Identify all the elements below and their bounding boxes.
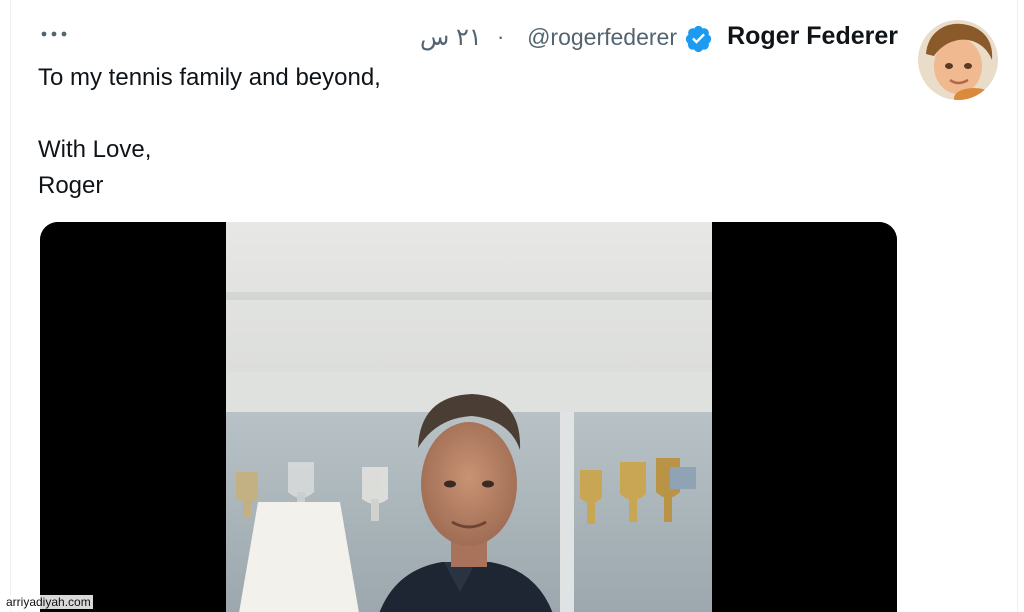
- author-name[interactable]: Roger Federer: [727, 22, 898, 51]
- author-avatar[interactable]: [918, 20, 998, 100]
- avatar-image: [918, 20, 998, 100]
- tweet-timestamp[interactable]: ٢١ س: [420, 23, 482, 52]
- tweet-text-line: [38, 96, 381, 132]
- verified-badge-icon: [685, 25, 712, 53]
- tweet-text-line: To my tennis family and beyond,: [38, 64, 381, 91]
- tweet-text: To my tennis family and beyond, With Lov…: [38, 60, 381, 204]
- more-horizontal-icon[interactable]: [36, 20, 76, 48]
- author-handle[interactable]: @rogerfederer: [527, 24, 677, 51]
- dot-separator: ·: [497, 24, 505, 49]
- tweet-card: Roger Federer @rogerfederer · ٢١ س To my…: [0, 0, 1024, 612]
- tweet-text-line: With Love,: [38, 136, 152, 163]
- tweet-video[interactable]: [40, 222, 897, 612]
- site-watermark: arriyadiyah.com: [4, 595, 93, 609]
- timeline-border-right: [1017, 0, 1018, 612]
- video-frame-image: [40, 222, 897, 612]
- timeline-border-left: [10, 0, 11, 612]
- tweet-text-line: Roger: [38, 172, 104, 199]
